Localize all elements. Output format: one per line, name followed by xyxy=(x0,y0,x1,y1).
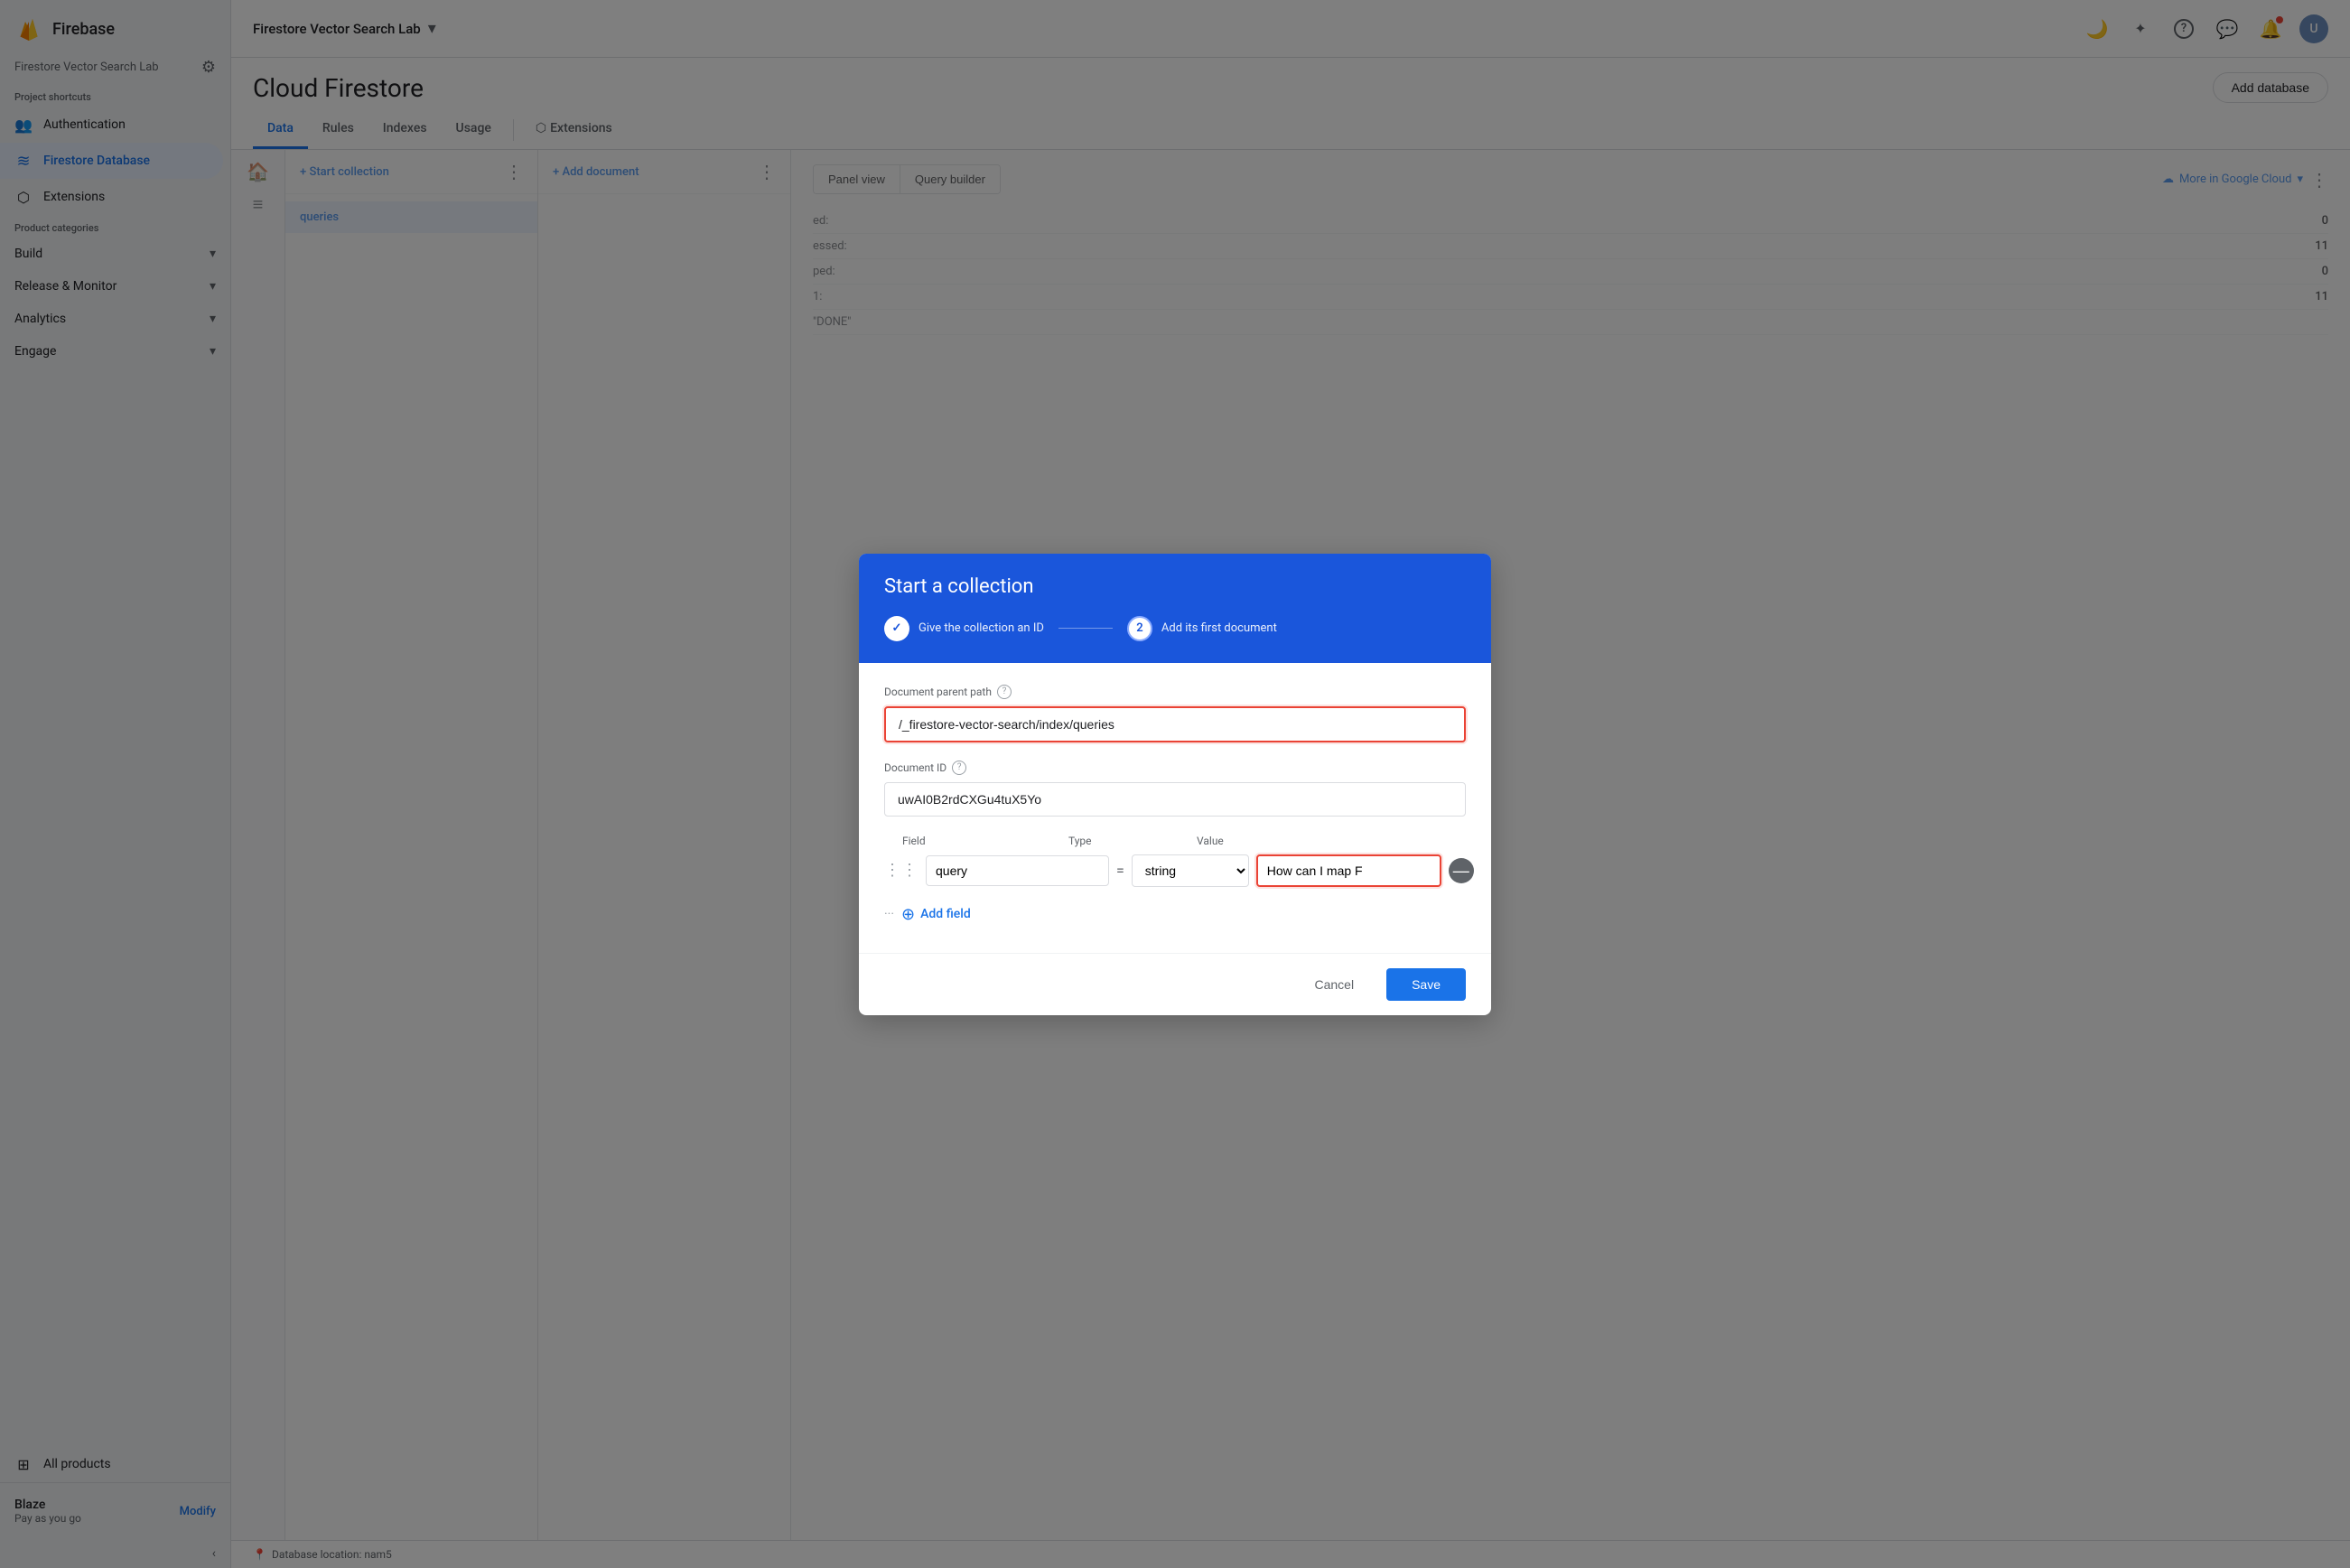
field-drag-dots-icon[interactable]: ⋮⋮ xyxy=(884,861,919,880)
add-field-plus-icon: ⊕ xyxy=(901,905,915,924)
doc-id-input[interactable] xyxy=(884,782,1466,817)
field-header-field: Field xyxy=(902,835,1029,847)
doc-parent-path-label-text: Document parent path xyxy=(884,686,992,698)
add-field-row: ··· ⊕ Add field xyxy=(884,898,1466,931)
field-headers: Field Type Value xyxy=(884,835,1466,847)
cancel-button[interactable]: Cancel xyxy=(1292,968,1375,1001)
field-value-input[interactable] xyxy=(1256,854,1441,887)
app-container: Firebase Firestore Vector Search Lab ⚙ P… xyxy=(0,0,2350,1568)
add-field-label: Add field xyxy=(920,907,971,921)
content-area: 🏠 ≡ + Start collection ⋮ queries xyxy=(231,150,2350,1540)
step-2: 2 Add its first document xyxy=(1127,616,1277,641)
step-1-circle: ✓ xyxy=(884,616,909,641)
dialog-footer: Cancel Save xyxy=(859,954,1491,1015)
save-button[interactable]: Save xyxy=(1386,968,1466,1001)
start-collection-dialog: Start a collection ✓ Give the collection… xyxy=(859,554,1491,1015)
doc-parent-path-label: Document parent path ? xyxy=(884,685,1466,699)
field-header-type: Type xyxy=(1068,835,1186,847)
doc-parent-path-input[interactable] xyxy=(884,706,1466,742)
step-1: ✓ Give the collection an ID xyxy=(884,616,1044,641)
dialog-body: Document parent path ? Document ID ? xyxy=(859,663,1491,953)
modal-backdrop: Start a collection ✓ Give the collection… xyxy=(231,150,2350,1540)
field-header-value: Value xyxy=(1197,835,1466,847)
step-1-label: Give the collection an ID xyxy=(919,621,1044,635)
doc-id-label: Document ID ? xyxy=(884,761,1466,775)
field-type-select[interactable]: string number boolean map array null tim… xyxy=(1132,854,1249,887)
add-field-button[interactable]: ⊕ Add field xyxy=(901,898,971,931)
field-row: ⋮⋮ = string number boolean map array nul… xyxy=(884,851,1466,891)
main-content: Firestore Vector Search Lab ▾ 🌙 ✦ ? 💬 xyxy=(231,0,2350,1568)
step-2-circle: 2 xyxy=(1127,616,1152,641)
doc-id-help-icon[interactable]: ? xyxy=(952,761,966,775)
field-name-input[interactable] xyxy=(926,855,1109,886)
remove-field-button[interactable]: — xyxy=(1449,858,1474,883)
step-2-label: Add its first document xyxy=(1161,621,1277,635)
step-connector xyxy=(1058,628,1113,629)
equals-sign: = xyxy=(1116,862,1124,879)
dialog-title: Start a collection xyxy=(884,575,1466,598)
doc-parent-path-help-icon[interactable]: ? xyxy=(997,685,1012,699)
field-dots-icon: ··· xyxy=(884,907,894,921)
doc-id-label-text: Document ID xyxy=(884,761,947,774)
doc-parent-path-group: Document parent path ? xyxy=(884,685,1466,742)
doc-id-group: Document ID ? xyxy=(884,761,1466,817)
dialog-steps: ✓ Give the collection an ID 2 Add its fi… xyxy=(884,616,1466,641)
dialog-header: Start a collection ✓ Give the collection… xyxy=(859,554,1491,663)
